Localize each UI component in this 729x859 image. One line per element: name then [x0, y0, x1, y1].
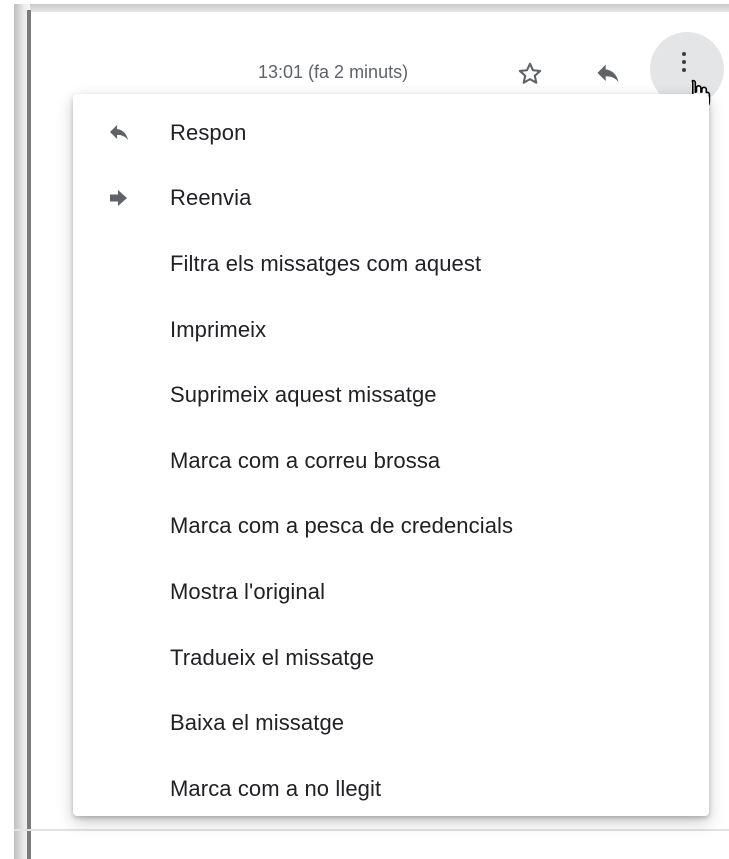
menu-item-report-spam[interactable]: Marca com a correu brossa [73, 428, 709, 494]
menu-list: Respon Reenvia Filtra els missatges com … [73, 94, 709, 822]
menu-item-label: Baixa el missatge [170, 710, 345, 736]
star-icon[interactable] [510, 54, 550, 94]
menu-item-label: Imprimeix [170, 316, 267, 342]
menu-item-report-phishing[interactable]: Marca com a pesca de credencials [73, 494, 709, 560]
menu-item-label: Mostra l'original [170, 578, 326, 604]
window-frame-border [27, 10, 31, 859]
menu-item-label: Marca com a correu brossa [170, 447, 441, 473]
menu-item-label: Filtra els missatges com aquest [170, 250, 482, 276]
menu-item-label: Respon [170, 119, 247, 145]
message-timestamp: 13:01 (fa 2 minuts) [258, 62, 409, 82]
message-options-menu: Respon Reenvia Filtra els missatges com … [73, 94, 709, 816]
screenshot-shell: 13:01 (fa 2 minuts) Respon Reenvia Filtr… [0, 0, 729, 859]
menu-item-show-original[interactable]: Mostra l'original [73, 559, 709, 625]
menu-item-label: Reenvia [170, 185, 252, 211]
menu-item-translate[interactable]: Tradueix el missatge [73, 625, 709, 691]
menu-item-download[interactable]: Baixa el missatge [73, 690, 709, 756]
menu-item-print[interactable]: Imprimeix [73, 297, 709, 363]
more-vertical-icon [682, 52, 686, 72]
menu-item-forward[interactable]: Reenvia [73, 166, 709, 232]
menu-item-label: Marca com a pesca de credencials [170, 513, 514, 539]
window-frame-top [14, 4, 729, 12]
window-frame-bottom [14, 829, 729, 831]
menu-item-label: Tradueix el missatge [170, 644, 375, 670]
forward-icon [107, 186, 131, 210]
menu-item-delete[interactable]: Suprimeix aquest missatge [73, 362, 709, 428]
menu-item-mark-unread[interactable]: Marca com a no llegit [73, 756, 709, 822]
menu-item-filter-similar[interactable]: Filtra els missatges com aquest [73, 231, 709, 297]
menu-item-label: Marca com a no llegit [170, 775, 382, 801]
reply-icon[interactable] [588, 54, 628, 94]
menu-item-label: Suprimeix aquest missatge [170, 382, 437, 408]
reply-icon [107, 121, 131, 145]
menu-item-reply[interactable]: Respon [73, 100, 709, 166]
